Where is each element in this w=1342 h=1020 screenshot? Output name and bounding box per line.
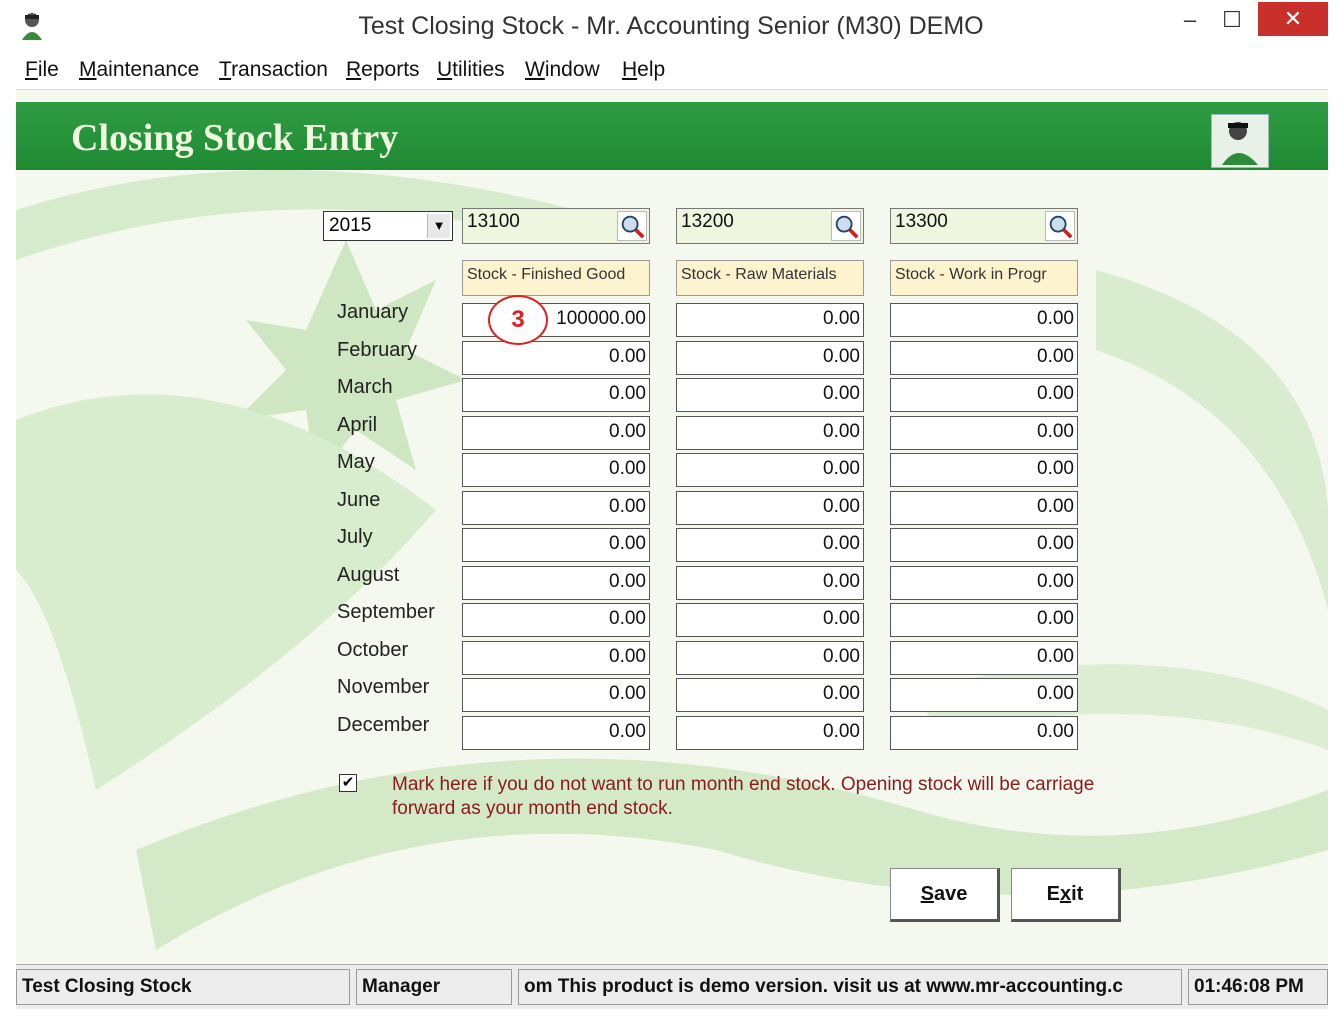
- amount-field[interactable]: 0.00: [676, 416, 864, 450]
- amount-field[interactable]: 0.00: [676, 566, 864, 600]
- column-header-raw-materials: Stock - Raw Materials: [676, 260, 864, 296]
- menu-transaction[interactable]: Transaction: [219, 58, 328, 82]
- background-swirl: [16, 170, 1328, 950]
- amount-field[interactable]: 0.00: [462, 378, 650, 412]
- skip-month-end-checkbox[interactable]: ✔: [339, 774, 357, 792]
- status-time: 01:46:08 PM: [1188, 969, 1328, 1005]
- amount-field[interactable]: 0.00: [890, 303, 1078, 337]
- window-title: Test Closing Stock - Mr. Accounting Seni…: [358, 12, 984, 40]
- close-button[interactable]: ✕: [1258, 2, 1328, 36]
- chevron-down-icon[interactable]: ▼: [427, 214, 450, 238]
- account-field-2[interactable]: 13200: [676, 208, 864, 244]
- step-annotation: 3: [488, 295, 548, 345]
- status-user: Manager: [356, 969, 512, 1005]
- status-message: om This product is demo version. visit u…: [518, 969, 1182, 1005]
- form-area: Closing Stock Entry 2015 ▼ 13100 13200 1…: [16, 90, 1328, 964]
- exit-button[interactable]: Exit: [1011, 868, 1121, 922]
- menu-window[interactable]: Window: [525, 58, 600, 82]
- month-label: May: [337, 451, 375, 473]
- column-header-finished-good: Stock - Finished Good: [462, 260, 650, 296]
- minimize-button[interactable]: –: [1172, 5, 1208, 35]
- amount-field[interactable]: 0.00: [890, 641, 1078, 675]
- account-field-1[interactable]: 13100: [462, 208, 650, 244]
- month-label: October: [337, 639, 409, 661]
- menu-help[interactable]: Help: [622, 58, 665, 82]
- menu-reports[interactable]: Reports: [346, 58, 420, 82]
- search-icon[interactable]: [831, 211, 861, 241]
- amount-field[interactable]: 0.00: [462, 341, 650, 375]
- amount-field[interactable]: 0.00: [676, 453, 864, 487]
- month-label: April: [337, 414, 378, 436]
- menu-utilities[interactable]: Utilities: [437, 58, 505, 82]
- month-label: September: [337, 601, 435, 623]
- month-label: June: [337, 489, 381, 511]
- status-form-name: Test Closing Stock: [16, 969, 350, 1005]
- amount-field[interactable]: 0.00: [890, 566, 1078, 600]
- amount-field[interactable]: 0.00: [676, 528, 864, 562]
- month-label: July: [337, 526, 373, 548]
- maximize-button[interactable]: ☐: [1214, 5, 1250, 35]
- amount-field[interactable]: 0.00: [462, 641, 650, 675]
- amount-field[interactable]: 0.00: [462, 528, 650, 562]
- amount-field[interactable]: 0.00: [676, 378, 864, 412]
- amount-field[interactable]: 0.00: [462, 678, 650, 712]
- amount-field[interactable]: 0.00: [890, 603, 1078, 637]
- amount-field[interactable]: 0.00: [462, 416, 650, 450]
- month-label: November: [337, 676, 430, 698]
- amount-field[interactable]: 0.00: [676, 716, 864, 750]
- amount-field[interactable]: 0.00: [676, 491, 864, 525]
- amount-field[interactable]: 0.00: [890, 453, 1078, 487]
- amount-field[interactable]: 0.00: [890, 378, 1078, 412]
- header-banner: Closing Stock Entry: [16, 102, 1328, 170]
- column-header-work-in-progress: Stock - Work in Progr: [890, 260, 1078, 296]
- amount-field[interactable]: 0.00: [462, 453, 650, 487]
- amount-field[interactable]: 0.00: [890, 491, 1078, 525]
- month-label: March: [337, 376, 393, 398]
- amount-field[interactable]: 0.00: [890, 528, 1078, 562]
- amount-field[interactable]: 0.00: [676, 303, 864, 337]
- menu-file[interactable]: File: [25, 58, 59, 82]
- amount-field[interactable]: 0.00: [462, 716, 650, 750]
- search-icon[interactable]: [617, 211, 647, 241]
- menu-bar: File Maintenance Transaction Reports Uti…: [16, 55, 1328, 90]
- page-title: Closing Stock Entry: [71, 117, 399, 159]
- menu-maintenance[interactable]: Maintenance: [79, 58, 199, 82]
- amount-field[interactable]: 0.00: [676, 678, 864, 712]
- amount-field[interactable]: 0.00: [676, 603, 864, 637]
- amount-field[interactable]: 0.00: [890, 416, 1078, 450]
- title-bar: Test Closing Stock - Mr. Accounting Seni…: [0, 0, 1342, 55]
- account-field-3[interactable]: 13300: [890, 208, 1078, 244]
- search-icon[interactable]: [1045, 211, 1075, 241]
- checkbox-label: Mark here if you do not want to run mont…: [392, 774, 1095, 819]
- year-select[interactable]: 2015 ▼: [323, 211, 453, 241]
- amount-field[interactable]: 0.00: [462, 603, 650, 637]
- month-label: January: [337, 301, 409, 323]
- amount-field[interactable]: 0.00: [676, 641, 864, 675]
- month-label: February: [337, 339, 418, 361]
- month-label: December: [337, 714, 430, 736]
- amount-field[interactable]: 0.00: [462, 566, 650, 600]
- save-button[interactable]: Save: [890, 868, 1000, 922]
- company-logo-icon: [1211, 114, 1269, 168]
- amount-field[interactable]: 0.00: [890, 341, 1078, 375]
- amount-field[interactable]: 0.00: [462, 491, 650, 525]
- status-bar: Test Closing Stock Manager om This produ…: [16, 964, 1328, 1009]
- month-label: August: [337, 564, 400, 586]
- amount-field[interactable]: 0.00: [676, 341, 864, 375]
- amount-field[interactable]: 0.00: [890, 716, 1078, 750]
- amount-field[interactable]: 0.00: [890, 678, 1078, 712]
